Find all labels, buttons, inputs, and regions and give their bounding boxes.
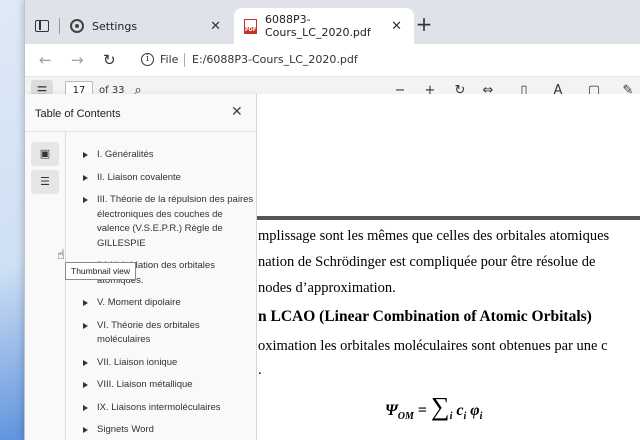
expand-arrow-icon[interactable] bbox=[83, 174, 88, 181]
document-text-line: oximation les orbitales moléculaires son… bbox=[258, 338, 608, 354]
expand-arrow-icon[interactable] bbox=[83, 427, 88, 433]
page-separator bbox=[257, 216, 640, 220]
refresh-icon[interactable]: ↻ bbox=[103, 51, 116, 69]
hand-cursor-icon: ☝ bbox=[57, 248, 65, 263]
expand-arrow-icon[interactable] bbox=[83, 197, 88, 203]
divider bbox=[59, 18, 60, 34]
document-text-line: mplissage sont les mêmes que celles des … bbox=[258, 228, 610, 244]
tab-label: Settings bbox=[92, 19, 138, 33]
toc-item[interactable]: VII. Liaison ionique bbox=[75, 356, 255, 371]
document-text-line: nodes d’approximation. bbox=[258, 280, 396, 296]
expand-arrow-icon[interactable] bbox=[83, 322, 88, 329]
tab-strip: Settings ✕ PDF 6088P3-Cours_LC_2020.pdf … bbox=[25, 0, 640, 44]
expand-arrow-icon[interactable] bbox=[83, 300, 88, 306]
formula: ΨOM = ∑i ci φi bbox=[385, 392, 483, 423]
expand-arrow-icon[interactable] bbox=[83, 152, 88, 158]
tooltip: Thumbnail view bbox=[65, 262, 137, 280]
toc-list: I. Généralités II. Liaison covalente III… bbox=[75, 148, 255, 440]
document-view[interactable]: mplissage sont les mêmes que celles des … bbox=[257, 94, 640, 440]
toc-item[interactable]: I. Généralités bbox=[75, 148, 255, 163]
toc-item[interactable]: VI. Théorie des orbitales moléculaires bbox=[75, 319, 255, 348]
table-of-contents-panel: Table of Contents ✕ ▣ ☰ I. Généralités I… bbox=[25, 94, 257, 440]
close-tab-icon[interactable]: ✕ bbox=[391, 19, 402, 34]
browser-window: Settings ✕ PDF 6088P3-Cours_LC_2020.pdf … bbox=[24, 0, 640, 440]
info-icon[interactable]: i bbox=[141, 53, 154, 66]
thumbnail-view-button[interactable]: ▣ bbox=[31, 142, 59, 166]
tab-pdf[interactable]: PDF 6088P3-Cours_LC_2020.pdf ✕ bbox=[234, 8, 414, 44]
toc-item[interactable]: Signets Word bbox=[75, 423, 255, 438]
address-bar: ← → ↻ i File E:/6088P3-Cours_LC_2020.pdf bbox=[25, 44, 640, 76]
expand-arrow-icon[interactable] bbox=[83, 404, 88, 411]
pdf-icon: PDF bbox=[244, 18, 257, 34]
toc-item[interactable]: VIII. Liaison métallique bbox=[75, 378, 255, 393]
scheme-label: File bbox=[160, 53, 179, 66]
tab-settings[interactable]: Settings ✕ bbox=[25, 8, 233, 44]
toc-item[interactable]: II. Liaison covalente bbox=[75, 171, 255, 186]
section-heading: n LCAO (Linear Combination of Atomic Orb… bbox=[258, 308, 592, 325]
close-icon[interactable]: ✕ bbox=[231, 104, 243, 120]
document-text-line: . bbox=[258, 362, 262, 378]
url-field[interactable]: E:/6088P3-Cours_LC_2020.pdf bbox=[192, 53, 358, 66]
document-text-line: nation de Schrödinger est compliquée pou… bbox=[258, 254, 596, 270]
forward-icon[interactable]: → bbox=[71, 51, 84, 69]
divider bbox=[65, 132, 66, 440]
gear-icon bbox=[70, 19, 84, 33]
divider bbox=[25, 131, 257, 132]
divider bbox=[184, 53, 185, 67]
tab-actions-icon[interactable] bbox=[35, 20, 49, 32]
toc-title: Table of Contents bbox=[35, 108, 121, 120]
toc-item[interactable]: V. Moment dipolaire bbox=[75, 296, 255, 311]
outline-view-button[interactable]: ☰ bbox=[31, 170, 59, 194]
toc-item[interactable]: IX. Liaisons intermoléculaires bbox=[75, 401, 255, 416]
expand-arrow-icon[interactable] bbox=[83, 382, 88, 388]
expand-arrow-icon[interactable] bbox=[83, 359, 88, 366]
back-icon[interactable]: ← bbox=[39, 51, 52, 69]
new-tab-button[interactable]: + bbox=[412, 12, 436, 36]
close-tab-icon[interactable]: ✕ bbox=[210, 19, 221, 34]
toc-item[interactable]: III. Théorie de la répulsion des paires … bbox=[75, 193, 255, 251]
